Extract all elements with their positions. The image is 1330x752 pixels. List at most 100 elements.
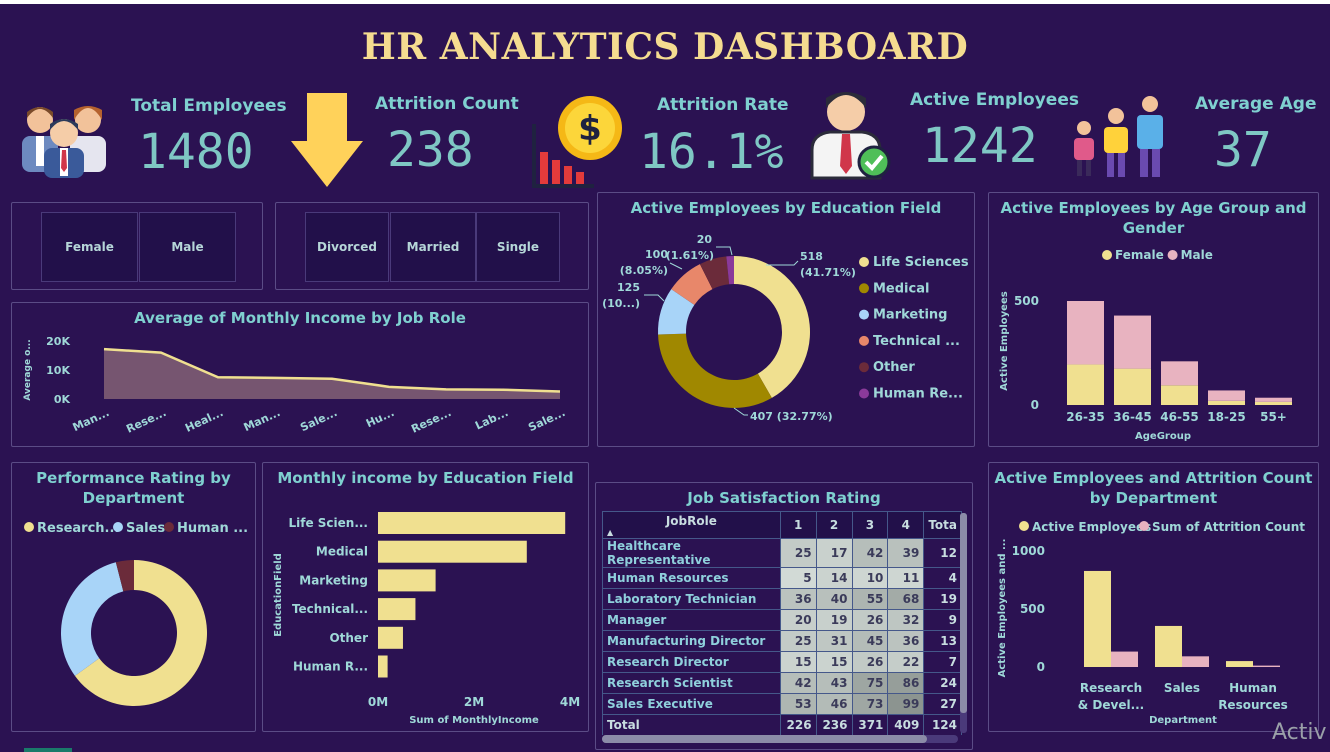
leader-line — [733, 407, 748, 416]
bar-segment — [1114, 368, 1151, 405]
bar-segment — [1255, 397, 1292, 402]
legend-marker — [1167, 250, 1178, 260]
job-role-cell: Manufacturing Director — [602, 630, 781, 652]
table-row[interactable]: Manufacturing Director 25 31 45 36 13 — [602, 630, 962, 652]
rating-cell: 25 — [779, 538, 817, 568]
y-tick-label: 500 — [1014, 294, 1039, 308]
data-label: 125 — [617, 281, 640, 294]
activate-watermark: Activ — [1272, 720, 1327, 745]
bar — [1111, 651, 1138, 667]
perf-rating-panel: Performance Rating by Department Researc… — [11, 462, 256, 732]
data-label: (8.05%) — [620, 264, 668, 277]
data-label: 20 — [697, 233, 713, 246]
x-tick-label: 46-55 — [1160, 410, 1198, 424]
rating-cell: 14 — [815, 567, 853, 589]
sort-up-icon: ▲ — [607, 527, 614, 537]
rating-cell: 409 — [887, 714, 925, 735]
job-role-cell: Research Director — [602, 651, 781, 673]
table-horizontal-scroll-thumb[interactable] — [602, 735, 927, 743]
col-header-total[interactable]: Tota — [923, 511, 962, 539]
slicer-married-button[interactable]: Married — [390, 212, 476, 282]
bar-segment — [1067, 301, 1104, 365]
dashboard-title: HR ANALYTICS DASHBOARD — [361, 26, 969, 68]
job-satisfaction-title: Job Satisfaction Rating — [687, 489, 881, 507]
x-axis-label: Department — [1149, 715, 1217, 726]
table-row[interactable]: Laboratory Technician 36 40 55 68 19 — [602, 588, 962, 610]
col-header-3[interactable]: 3 — [851, 511, 889, 539]
col-header-4[interactable]: 4 — [887, 511, 925, 539]
top-border — [0, 0, 1330, 4]
attrition-count-label: Attrition Count — [375, 94, 519, 114]
x-tick-label: Rese... — [409, 406, 453, 436]
slicer-male-button[interactable]: Male — [139, 212, 236, 282]
x-tick-label: 18-25 — [1207, 410, 1245, 424]
rating-cell: 55 — [851, 588, 889, 610]
attrition-rate-label: Attrition Rate — [657, 95, 789, 115]
income-by-edu-chart: Life Scien... Medical Marketing Technical..… — [273, 512, 580, 726]
dept-chart: Active Employees Sum of Attrition Count 10… — [997, 520, 1305, 726]
marital-slicer: Divorced Married Single — [275, 202, 589, 290]
table-vertical-scroll-thumb[interactable] — [960, 513, 967, 713]
slicer-female-button[interactable]: Female — [41, 212, 138, 282]
y-tick-label: Medical — [316, 545, 368, 559]
col-header-1[interactable]: 1 — [779, 511, 817, 539]
bar — [1155, 625, 1182, 667]
y-tick-label: 10K — [46, 364, 70, 377]
table-row[interactable]: Research Director 15 15 26 22 7 — [602, 651, 962, 673]
age-gender-panel: Active Employees by Age Group and Gender… — [988, 192, 1319, 447]
legend-label: Active Employees — [1032, 520, 1151, 534]
x-tick-label: Hu... — [364, 406, 396, 430]
employee-check-icon — [810, 92, 891, 180]
slicer-single-button[interactable]: Single — [476, 212, 560, 282]
total-cell: 9 — [923, 609, 962, 631]
bar-segment — [1255, 401, 1292, 405]
age-gender-chart: Female Male 500 0 Active Employees 26-35 36-45… — [999, 248, 1292, 442]
x-tick-label: Research — [1080, 681, 1142, 695]
total-cell: 124 — [923, 714, 962, 735]
total-cell: 7 — [923, 651, 962, 673]
leader-line — [669, 262, 683, 270]
rating-cell: 17 — [815, 538, 853, 568]
x-tick-label: 4M — [560, 695, 580, 709]
y-tick-label: 0K — [54, 393, 71, 406]
attrition-rate-value: 16.1% — [639, 124, 784, 180]
dollar-chart-icon: $ — [532, 96, 622, 188]
legend-label: Medical — [873, 281, 929, 296]
table-row[interactable]: Human Resources 5 14 10 11 4 — [602, 567, 962, 589]
col-header-2[interactable]: 2 — [815, 511, 853, 539]
x-tick-label: Lab... — [473, 406, 510, 433]
y-axis-label: Average o... — [23, 339, 33, 400]
rating-cell: 25 — [779, 630, 817, 652]
total-employees-label: Total Employees — [131, 96, 287, 116]
table-total-row[interactable]: Total 226 236 371 409 124 — [602, 714, 962, 735]
table-row[interactable]: Research Scientist 42 43 75 86 24 — [602, 672, 962, 694]
table-row[interactable]: Sales Executive 53 46 73 99 27 — [602, 693, 962, 715]
table-vertical-scrollbar[interactable] — [960, 513, 967, 733]
legend-marker — [1019, 521, 1029, 531]
attrition-count-value: 238 — [387, 122, 474, 178]
rating-cell: 19 — [815, 609, 853, 631]
rating-cell: 31 — [815, 630, 853, 652]
table-horizontal-scrollbar[interactable] — [602, 735, 958, 743]
rating-cell: 68 — [887, 588, 925, 610]
data-label: 407 (32.77%) — [750, 410, 833, 423]
bottom-tab-indicator — [24, 748, 72, 752]
bar-segment — [1208, 400, 1245, 405]
y-axis-label: EducationField — [273, 553, 284, 637]
x-tick-label: Sale... — [526, 406, 567, 434]
table-row[interactable]: Healthcare Representative 25 17 42 39 12 — [602, 538, 962, 568]
table-row[interactable]: Manager 20 19 26 32 9 — [602, 609, 962, 631]
legend-marker — [113, 522, 123, 532]
total-cell: 24 — [923, 672, 962, 694]
edu-field-panel: Active Employees by Education Field 518(… — [597, 192, 975, 447]
x-tick-label: Human — [1229, 681, 1277, 695]
svg-text:$: $ — [578, 109, 602, 149]
bar — [1226, 661, 1253, 667]
legend-marker — [859, 335, 869, 346]
bar — [378, 512, 566, 534]
x-tick-label: 26-35 — [1066, 410, 1104, 424]
rating-cell: 46 — [815, 693, 853, 715]
total-cell: 27 — [923, 693, 962, 715]
col-header-jobrole[interactable]: JobRole ▲ — [602, 511, 781, 539]
slicer-divorced-button[interactable]: Divorced — [305, 212, 389, 282]
